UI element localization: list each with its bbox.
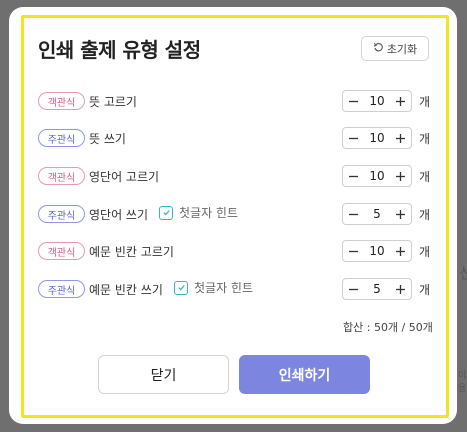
highlight-frame [21, 15, 449, 418]
background-text: 선 [459, 264, 467, 282]
background-text: 이용 [458, 371, 467, 394]
